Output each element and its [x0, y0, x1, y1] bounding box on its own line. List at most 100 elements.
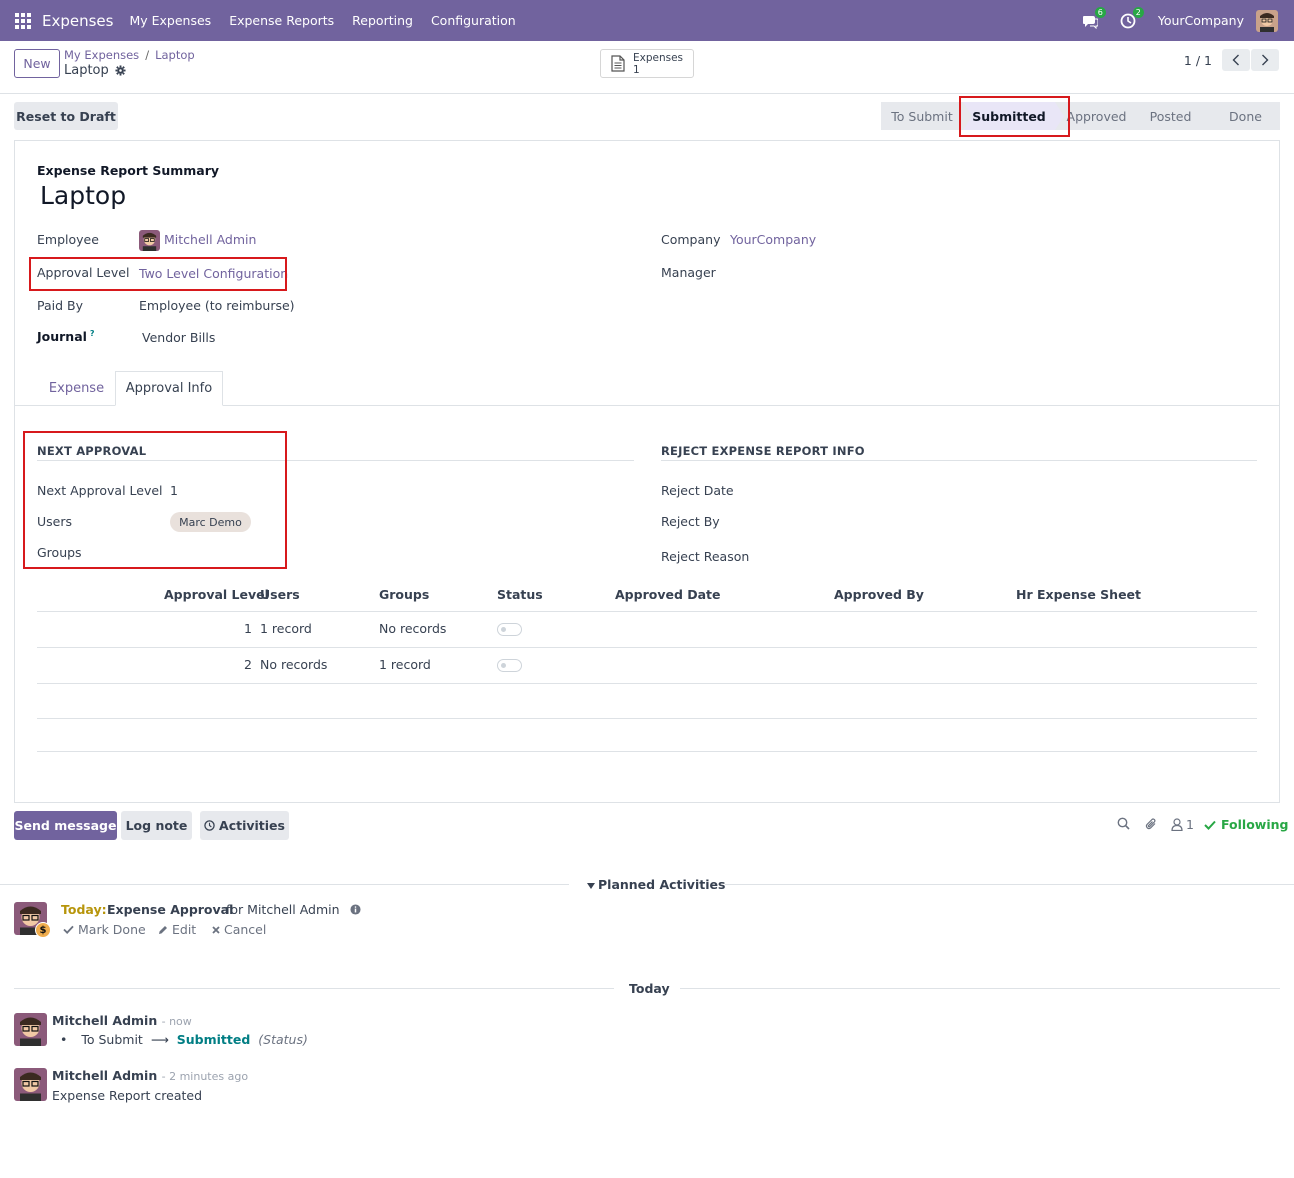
- reject-by-label: Reject By: [661, 514, 720, 529]
- tracking-new-value: Submitted: [176, 1032, 251, 1047]
- tab-approval-info[interactable]: Approval Info: [115, 371, 223, 406]
- send-message-button[interactable]: Send message: [14, 811, 117, 840]
- menu-expense-reports[interactable]: Expense Reports: [229, 13, 334, 28]
- row2-users[interactable]: No records: [260, 657, 327, 672]
- pager-previous-button[interactable]: [1222, 49, 1250, 71]
- apps-grid-icon[interactable]: [15, 12, 31, 29]
- info-icon[interactable]: [350, 904, 361, 915]
- col-status[interactable]: Status: [497, 587, 543, 602]
- stage-arrow: [1130, 102, 1139, 130]
- cancel-activity-button[interactable]: Cancel: [212, 922, 266, 937]
- mark-done-label: Mark Done: [78, 922, 146, 937]
- document-icon: [611, 55, 625, 72]
- paid-by-value[interactable]: Employee (to reimburse): [139, 298, 295, 313]
- breadcrumb-current[interactable]: Laptop: [155, 48, 195, 62]
- employee-label: Employee: [37, 232, 99, 247]
- stage-submitted[interactable]: Submitted: [963, 102, 1064, 130]
- record-title: Laptop: [64, 63, 126, 78]
- row1-groups[interactable]: No records: [379, 621, 446, 636]
- col-approval-level[interactable]: Approval Level: [164, 587, 269, 602]
- table-header-line: [37, 611, 1257, 612]
- row1-level[interactable]: 1: [244, 621, 252, 636]
- approval-level-value[interactable]: Two Level Configuration: [139, 266, 288, 281]
- messages-icon[interactable]: 6: [1082, 6, 1106, 29]
- menu-configuration[interactable]: Configuration: [431, 13, 516, 28]
- tracking-value-change: • To Submit ⟶ Submitted (Status): [60, 1032, 308, 1047]
- edit-activity-label: Edit: [172, 922, 197, 937]
- following-button[interactable]: Following: [1204, 817, 1288, 832]
- message-time: - now: [161, 1015, 192, 1028]
- employee-value[interactable]: Mitchell Admin: [164, 232, 256, 247]
- control-panel: New My Expenses / Laptop Laptop Expenses 1…: [0, 41, 1294, 94]
- stage-arrow: [1205, 102, 1214, 130]
- smart-button-count: 1: [633, 63, 640, 76]
- user-tag-marc-demo[interactable]: Marc Demo: [170, 512, 251, 532]
- company-value[interactable]: YourCompany: [730, 232, 816, 247]
- followers-button[interactable]: 1: [1171, 817, 1194, 832]
- caret-down-icon: [587, 882, 595, 889]
- today-separator-label: Today: [629, 981, 670, 996]
- journal-help-icon[interactable]: ?: [90, 329, 95, 338]
- row1-status-toggle[interactable]: [497, 623, 522, 636]
- planned-activities-toggle[interactable]: Planned Activities: [587, 877, 726, 892]
- pager-next-button[interactable]: [1251, 49, 1279, 71]
- row2-status-toggle[interactable]: [497, 659, 522, 672]
- pager-value[interactable]: 1 / 1: [1184, 53, 1212, 68]
- table-row-line: [37, 647, 1257, 648]
- message-body: Expense Report created: [52, 1088, 203, 1103]
- col-users[interactable]: Users: [260, 587, 300, 602]
- gear-icon[interactable]: [115, 65, 126, 76]
- user-avatar[interactable]: [1256, 9, 1278, 32]
- paperclip-icon: [1145, 818, 1156, 830]
- new-button[interactable]: New: [14, 49, 60, 78]
- stage-arrow: [963, 102, 972, 130]
- clock-icon: [204, 820, 215, 831]
- manager-label: Manager: [661, 265, 716, 280]
- reject-reason-label: Reject Reason: [661, 549, 750, 564]
- stage-done[interactable]: Done: [1205, 102, 1280, 130]
- paid-by-label: Paid By: [37, 298, 83, 313]
- breadcrumb-my-expenses[interactable]: My Expenses: [64, 48, 139, 62]
- next-approval-users-label: Users: [37, 514, 73, 529]
- edit-activity-button[interactable]: Edit: [158, 922, 196, 937]
- expenses-smart-button[interactable]: Expenses 1: [600, 49, 694, 78]
- col-groups[interactable]: Groups: [379, 587, 429, 602]
- cancel-activity-label: Cancel: [224, 922, 267, 937]
- activities-clock-icon[interactable]: 2: [1120, 6, 1144, 29]
- attachments-button[interactable]: [1145, 817, 1158, 831]
- messages-count-badge: 6: [1094, 6, 1106, 18]
- menu-reporting[interactable]: Reporting: [352, 13, 413, 28]
- col-approved-by[interactable]: Approved By: [834, 587, 924, 602]
- message-author[interactable]: Mitchell Admin - now: [52, 1013, 192, 1028]
- today-rule-right: [680, 988, 1280, 989]
- row2-groups[interactable]: 1 record: [379, 657, 431, 672]
- stage-approved[interactable]: Approved: [1055, 102, 1139, 130]
- search-messages-button[interactable]: [1117, 817, 1130, 830]
- menu-my-expenses[interactable]: My Expenses: [129, 13, 211, 28]
- stage-arrow: [1055, 102, 1064, 130]
- message-author-avatar[interactable]: [14, 1013, 47, 1046]
- reset-to-draft-button[interactable]: Reset to Draft: [14, 102, 118, 130]
- message-author-avatar[interactable]: [14, 1068, 47, 1101]
- app-name[interactable]: Expenses: [42, 12, 113, 30]
- log-note-button[interactable]: Log note: [121, 811, 192, 840]
- col-approved-date[interactable]: Approved Date: [615, 587, 721, 602]
- message-author[interactable]: Mitchell Admin - 2 minutes ago: [52, 1068, 248, 1083]
- activities-button-label: Activities: [219, 818, 285, 833]
- company-switcher[interactable]: YourCompany: [1158, 13, 1244, 28]
- planned-activities-label: Planned Activities: [598, 877, 726, 892]
- following-label: Following: [1221, 817, 1289, 832]
- row2-level[interactable]: 2: [244, 657, 252, 672]
- stage-posted[interactable]: Posted: [1130, 102, 1214, 130]
- statusbar: To Submit Submitted Approved Posted Done: [881, 102, 1280, 130]
- user-icon: [1171, 818, 1183, 831]
- stage-to-submit[interactable]: To Submit: [881, 102, 972, 130]
- tab-expense[interactable]: Expense: [38, 371, 115, 406]
- next-approval-groups-label: Groups: [37, 545, 82, 560]
- col-hr-expense-sheet[interactable]: Hr Expense Sheet: [1016, 587, 1141, 602]
- expense-report-name[interactable]: Laptop: [40, 181, 126, 210]
- journal-value[interactable]: Vendor Bills: [142, 330, 215, 345]
- mark-done-button[interactable]: Mark Done: [63, 922, 146, 937]
- activities-button[interactable]: Activities: [200, 811, 289, 840]
- row1-users[interactable]: 1 record: [260, 621, 312, 636]
